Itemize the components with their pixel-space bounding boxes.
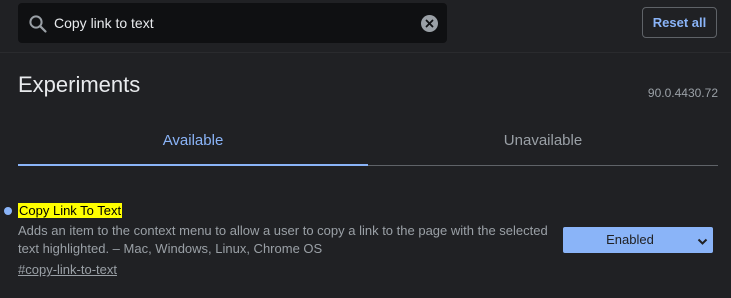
experiment-item: Copy Link To Text Adds an item to the co… — [0, 200, 731, 290]
experiment-permalink[interactable]: #copy-link-to-text — [18, 261, 117, 279]
chevron-down-icon — [697, 235, 708, 245]
top-bar: Copy link to text Reset all — [0, 0, 731, 46]
page-title: Experiments — [18, 72, 141, 97]
experiment-state-value: Enabled — [606, 232, 654, 247]
experiment-description: Adds an item to the context menu to allo… — [18, 223, 548, 256]
search-input[interactable]: Copy link to text — [54, 14, 154, 32]
tab-divider — [368, 165, 718, 166]
experiment-state-select[interactable]: Enabled — [563, 227, 713, 253]
search-icon — [28, 14, 48, 34]
header-divider — [0, 52, 731, 53]
tab-available[interactable]: Available — [18, 117, 368, 165]
version-label: 90.0.4430.72 — [647, 86, 718, 100]
clear-search-icon[interactable] — [421, 15, 438, 32]
search-box[interactable]: Copy link to text — [18, 3, 447, 43]
tab-bar: Available Unavailable — [18, 117, 718, 167]
experiment-title: Copy Link To Text — [18, 203, 123, 218]
active-tab-indicator — [18, 164, 368, 166]
modified-dot-icon — [4, 207, 12, 215]
reset-all-button[interactable]: Reset all — [642, 7, 717, 38]
tab-unavailable[interactable]: Unavailable — [368, 117, 718, 165]
